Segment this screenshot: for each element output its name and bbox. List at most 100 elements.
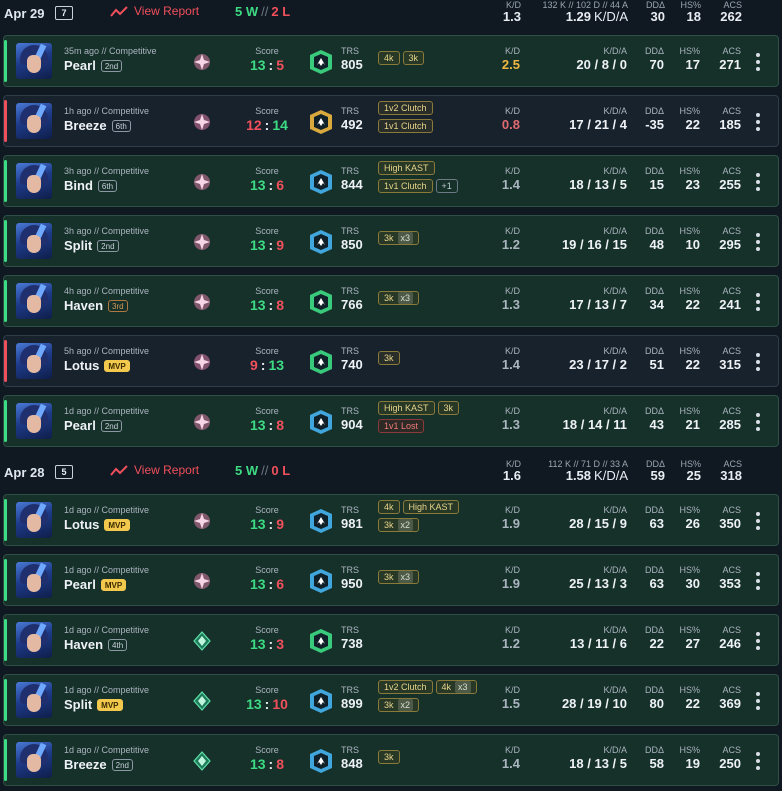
score-enemy: 9 — [276, 516, 285, 532]
more-options-icon[interactable] — [755, 173, 761, 191]
match-meta: 3h ago // Competitive Bind 6th — [64, 166, 149, 193]
match-kda-caption: K/D/A — [603, 286, 627, 296]
agent-face — [27, 175, 41, 193]
more-options-icon[interactable] — [755, 572, 761, 590]
score-enemy: 6 — [276, 576, 285, 592]
match-ddd-value: 80 — [649, 696, 664, 711]
more-options-icon[interactable] — [755, 692, 761, 710]
match-ddd-value: 48 — [649, 237, 664, 252]
more-options-icon[interactable] — [755, 293, 761, 311]
match-time-mode: 1h ago // Competitive — [64, 106, 150, 116]
losses-count: 0 L — [271, 463, 291, 478]
match-card[interactable]: 1d ago // Competitive Lotus MVP Score 13:9 TR… — [3, 494, 779, 546]
highlight-tag: 4k — [378, 51, 400, 65]
result-indicator — [4, 160, 7, 202]
match-hs-value: 26 — [685, 516, 700, 531]
day-hs-value: 18 — [686, 9, 701, 24]
score-caption: Score — [255, 286, 279, 296]
match-card[interactable]: 1d ago // Competitive Pearl MVP Score 13:6 TR… — [3, 554, 779, 606]
score-caption: Score — [255, 406, 279, 416]
highlight-tag: 3k — [437, 401, 460, 415]
match-card[interactable]: 4h ago // Competitive Haven 3rd Score 13:8 TR… — [3, 275, 779, 327]
match-ddd-value: 43 — [649, 417, 664, 432]
match-card[interactable]: 1h ago // Competitive Breeze 6th Score 12:14… — [3, 95, 779, 147]
more-options-icon[interactable] — [755, 752, 761, 770]
score-team: 13 — [249, 636, 266, 652]
match-kda-caption: K/D/A — [603, 226, 627, 236]
trs-rank-icon — [308, 628, 334, 654]
more-options-icon[interactable] — [755, 512, 761, 530]
match-meta: 3h ago // Competitive Split 2nd — [64, 226, 149, 253]
match-kda-caption: K/D/A — [603, 745, 627, 755]
day-acs-value: 318 — [720, 468, 742, 483]
kebab-dot — [756, 413, 760, 417]
more-options-icon[interactable] — [755, 413, 761, 431]
more-options-icon[interactable] — [755, 632, 761, 650]
trs-block: TRS 981 — [341, 505, 363, 531]
match-acs-value: 295 — [719, 237, 741, 252]
kebab-dot — [756, 512, 760, 516]
score-enemy: 8 — [276, 417, 285, 433]
win-loss-summary: 5 W//0 L — [235, 463, 290, 478]
more-options-icon[interactable] — [755, 353, 761, 371]
match-card[interactable]: 3h ago // Competitive Split 2nd Score 13:9 TR… — [3, 215, 779, 267]
kebab-dot — [756, 692, 760, 696]
result-indicator — [4, 619, 7, 661]
tag-row: High KAST — [378, 161, 458, 175]
more-options-icon[interactable] — [755, 113, 761, 131]
match-acs-caption: ACS — [722, 346, 741, 356]
match-kda-value: 17 / 21 / 4 — [569, 117, 627, 132]
match-hs-caption: HS% — [679, 226, 700, 236]
agent-portrait — [16, 622, 52, 658]
match-kd-value: 1.2 — [501, 636, 520, 651]
match-card[interactable]: 35m ago // Competitive Pearl 2nd Score 13:5 T… — [3, 35, 779, 87]
trs-rank-icon — [308, 49, 334, 75]
more-options-icon[interactable] — [755, 233, 761, 251]
trs-caption: TRS — [341, 166, 359, 176]
more-options-icon[interactable] — [755, 53, 761, 71]
agent-portrait — [16, 283, 52, 319]
match-card[interactable]: 1d ago // Competitive Split MVP Score 13:10 T… — [3, 674, 779, 726]
agent-portrait — [16, 223, 52, 259]
match-kd-caption: K/D — [504, 106, 520, 116]
view-report-link[interactable]: View Report — [110, 4, 199, 18]
placement-badge: 6th — [97, 179, 118, 192]
placement-badge: 2nd — [111, 758, 133, 771]
trs-caption: TRS — [341, 625, 359, 635]
score-team: 13 — [249, 516, 266, 532]
trs-value: 844 — [341, 177, 363, 192]
highlight-tags: 3k — [378, 750, 400, 764]
agent-portrait — [16, 403, 52, 439]
match-kd-caption: K/D — [504, 745, 520, 755]
map-row: Haven 4th — [64, 637, 149, 652]
match-card[interactable]: 1d ago // Competitive Breeze 2nd Score 13:8 T… — [3, 734, 779, 786]
kebab-dot — [756, 187, 760, 191]
match-kda-value: 20 / 8 / 0 — [576, 57, 627, 72]
match-kd-caption: K/D — [504, 226, 520, 236]
tag-row: 3k x3 — [378, 291, 420, 305]
radiant-gem-icon — [192, 52, 212, 72]
match-acs-caption: ACS — [722, 625, 741, 635]
view-report-label: View Report — [134, 4, 200, 18]
match-card[interactable]: 3h ago // Competitive Bind 6th Score 13:6 TRS… — [3, 155, 779, 207]
highlight-tag: 4k — [378, 500, 400, 514]
match-hs-caption: HS% — [679, 565, 700, 575]
match-card[interactable]: 5h ago // Competitive Lotus MVP Score 9:13 TR… — [3, 335, 779, 387]
match-kd-value: 2.5 — [501, 57, 520, 72]
match-acs-value: 285 — [719, 417, 741, 432]
match-card[interactable]: 1d ago // Competitive Pearl 2nd Score 13:8 TR… — [3, 395, 779, 447]
kebab-dot — [756, 766, 760, 770]
highlight-multiplier: x2 — [397, 519, 414, 531]
match-kd: K/D 1.4 — [502, 166, 520, 192]
day-date: Apr 28 — [4, 465, 45, 480]
day-header: Apr 29 7 View Report 5 W//2 L K/D 1.3 132 K //… — [0, 0, 782, 40]
match-card[interactable]: 1d ago // Competitive Haven 4th Score 13:3 TR… — [3, 614, 779, 666]
match-ddd-value: -35 — [645, 117, 664, 132]
map-name: Split — [64, 697, 93, 712]
day-kd-value: 1.6 — [502, 468, 521, 483]
match-kda: K/D/A 28 / 15 / 9 — [569, 505, 627, 531]
match-kd: K/D 1.4 — [502, 346, 520, 372]
view-report-link[interactable]: View Report — [110, 463, 199, 477]
day-ddd-value: 59 — [650, 468, 665, 483]
match-score: Score 13:9 — [236, 505, 298, 532]
